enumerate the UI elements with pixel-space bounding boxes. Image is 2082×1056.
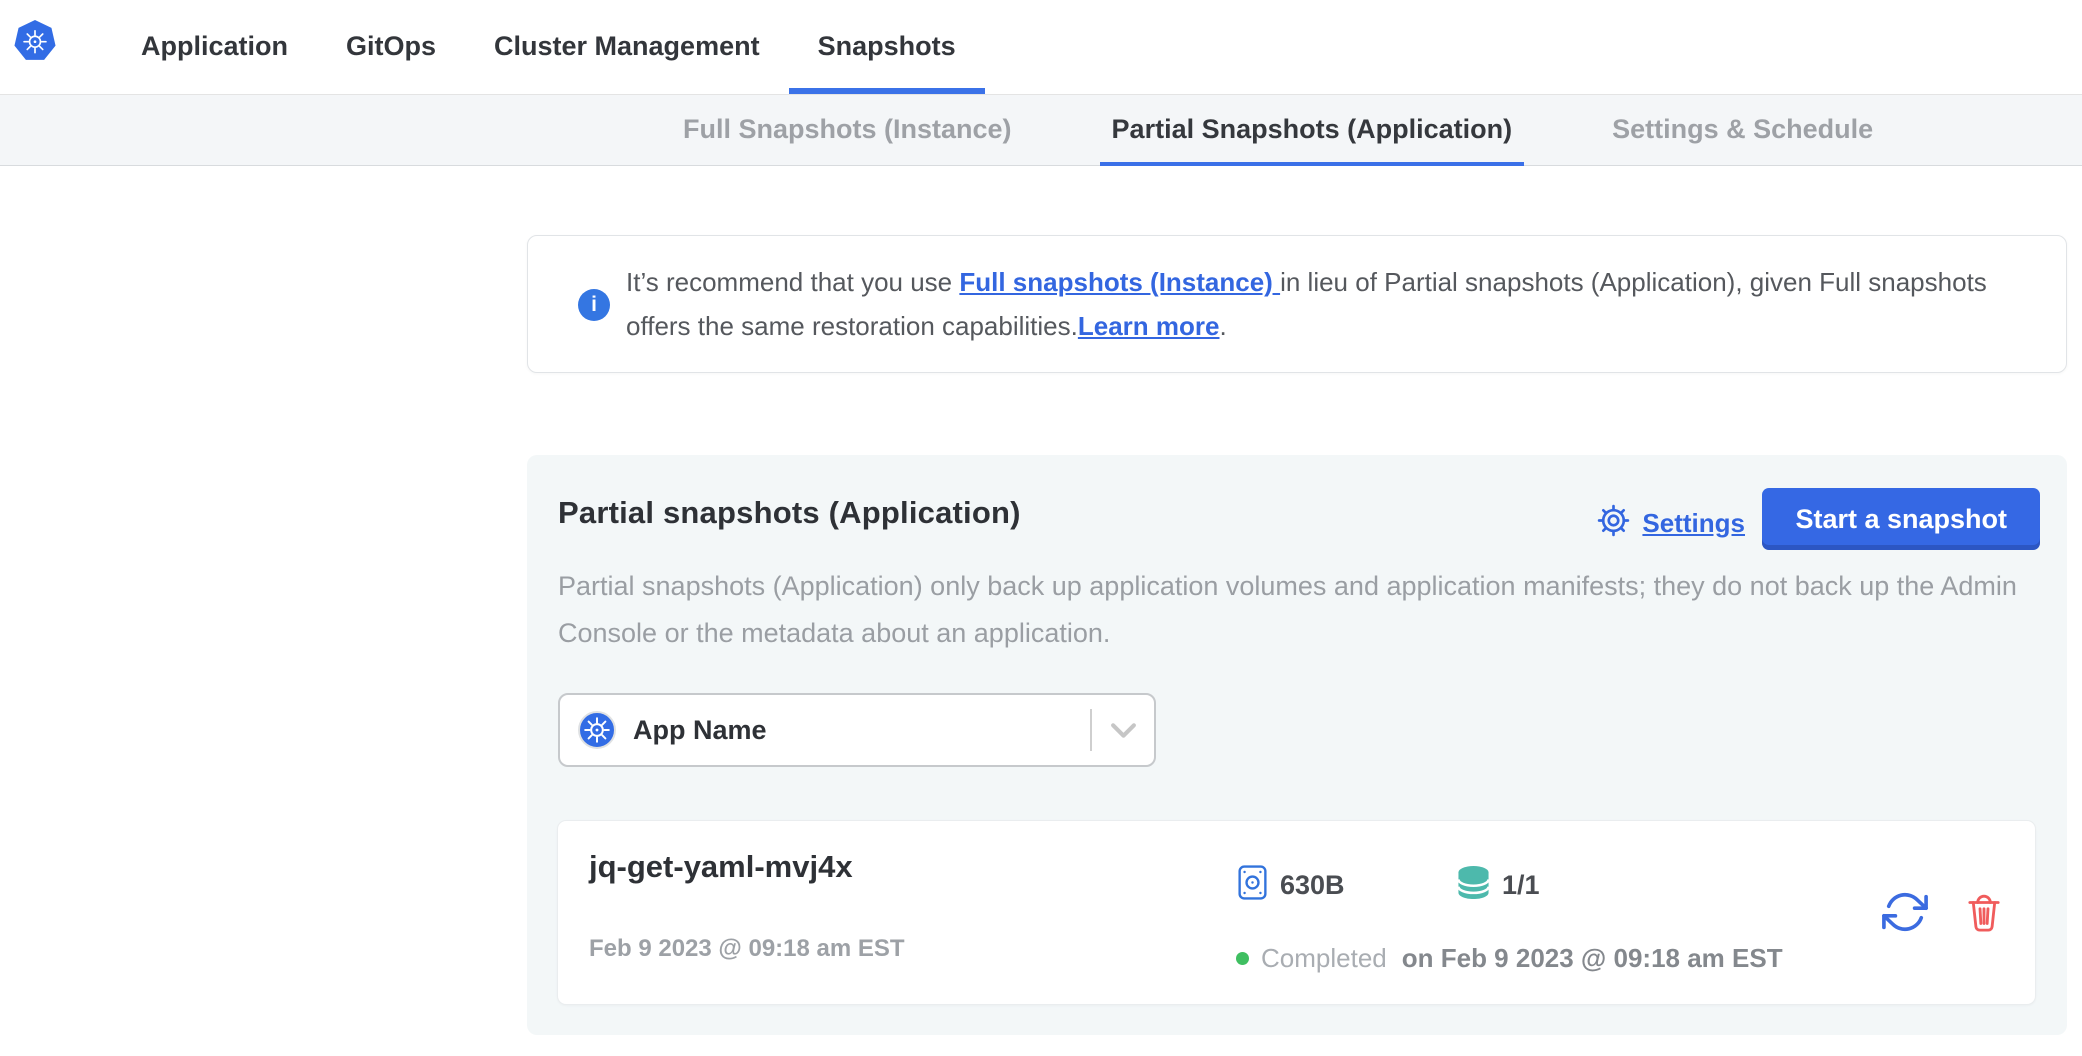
database-icon <box>1457 865 1490 905</box>
snapshot-volumes: 1/1 <box>1457 865 1540 905</box>
info-icon: i <box>578 289 610 321</box>
panel-description: Partial snapshots (Application) only bac… <box>558 563 2040 657</box>
nav-item-application[interactable]: Application <box>112 0 317 94</box>
snapshot-created-date: Feb 9 2023 @ 09:18 am EST <box>589 935 905 963</box>
banner-text: It’s recommend that you use Full snapsho… <box>626 260 2026 348</box>
learn-more-link[interactable]: Learn more <box>1078 311 1220 341</box>
nav-item-cluster-management[interactable]: Cluster Management <box>465 0 789 94</box>
snapshots-page: Application GitOps Cluster Management Sn… <box>0 0 2082 1056</box>
trash-icon <box>1964 922 2004 937</box>
snapshots-tab-bar: Full Snapshots (Instance) Partial Snapsh… <box>0 94 2082 166</box>
top-nav-bar: Application GitOps Cluster Management Sn… <box>0 0 2082 94</box>
status-dot-icon <box>1236 952 1249 965</box>
chevron-down-icon <box>1092 722 1154 739</box>
banner-text-suffix: . <box>1219 311 1226 341</box>
tab-partial-snapshots[interactable]: Partial Snapshots (Application) <box>1100 95 1525 165</box>
snapshot-row: jq-get-yaml-mvj4x Feb 9 2023 @ 09:18 am … <box>557 820 2036 1005</box>
banner-text-prefix: It’s recommend that you use <box>626 267 959 297</box>
disk-icon <box>1238 865 1267 905</box>
snapshot-size-value: 630B <box>1280 870 1345 901</box>
full-snapshots-link[interactable]: Full snapshots (Instance) <box>959 267 1280 297</box>
status-detail: on Feb 9 2023 @ 09:18 am EST <box>1402 943 1783 974</box>
status-label: Completed <box>1261 943 1387 974</box>
partial-snapshots-panel: Partial snapshots (Application) Settings… <box>527 455 2067 1035</box>
snapshots-tabs: Full Snapshots (Instance) Partial Snapsh… <box>671 95 1885 165</box>
panel-title: Partial snapshots (Application) <box>558 495 1021 531</box>
tab-full-snapshots[interactable]: Full Snapshots (Instance) <box>671 95 1024 165</box>
delete-snapshot-button[interactable] <box>1964 892 2004 934</box>
snapshot-settings-link[interactable]: Settings <box>1595 502 1745 544</box>
snapshot-status: Completed on Feb 9 2023 @ 09:18 am EST <box>1236 943 1783 974</box>
snapshot-name[interactable]: jq-get-yaml-mvj4x <box>589 849 853 885</box>
start-snapshot-button[interactable]: Start a snapshot <box>1762 488 2040 550</box>
nav-item-snapshots[interactable]: Snapshots <box>789 0 985 94</box>
refresh-arrows-icon <box>1882 923 1928 938</box>
nav-item-gitops[interactable]: GitOps <box>317 0 465 94</box>
app-kubernetes-icon <box>578 711 616 749</box>
restore-snapshot-button[interactable] <box>1882 889 1928 935</box>
kubernetes-logo-icon[interactable] <box>14 20 56 62</box>
info-banner: i It’s recommend that you use Full snaps… <box>527 235 2067 373</box>
snapshot-volumes-value: 1/1 <box>1502 870 1540 901</box>
app-name-select[interactable]: App Name <box>558 693 1156 767</box>
app-select-value: App Name <box>633 715 767 746</box>
settings-label: Settings <box>1642 508 1745 539</box>
gear-icon <box>1595 502 1632 544</box>
primary-nav: Application GitOps Cluster Management Sn… <box>112 0 985 94</box>
tab-settings-schedule[interactable]: Settings & Schedule <box>1600 95 1885 165</box>
snapshot-size: 630B <box>1238 865 1345 905</box>
